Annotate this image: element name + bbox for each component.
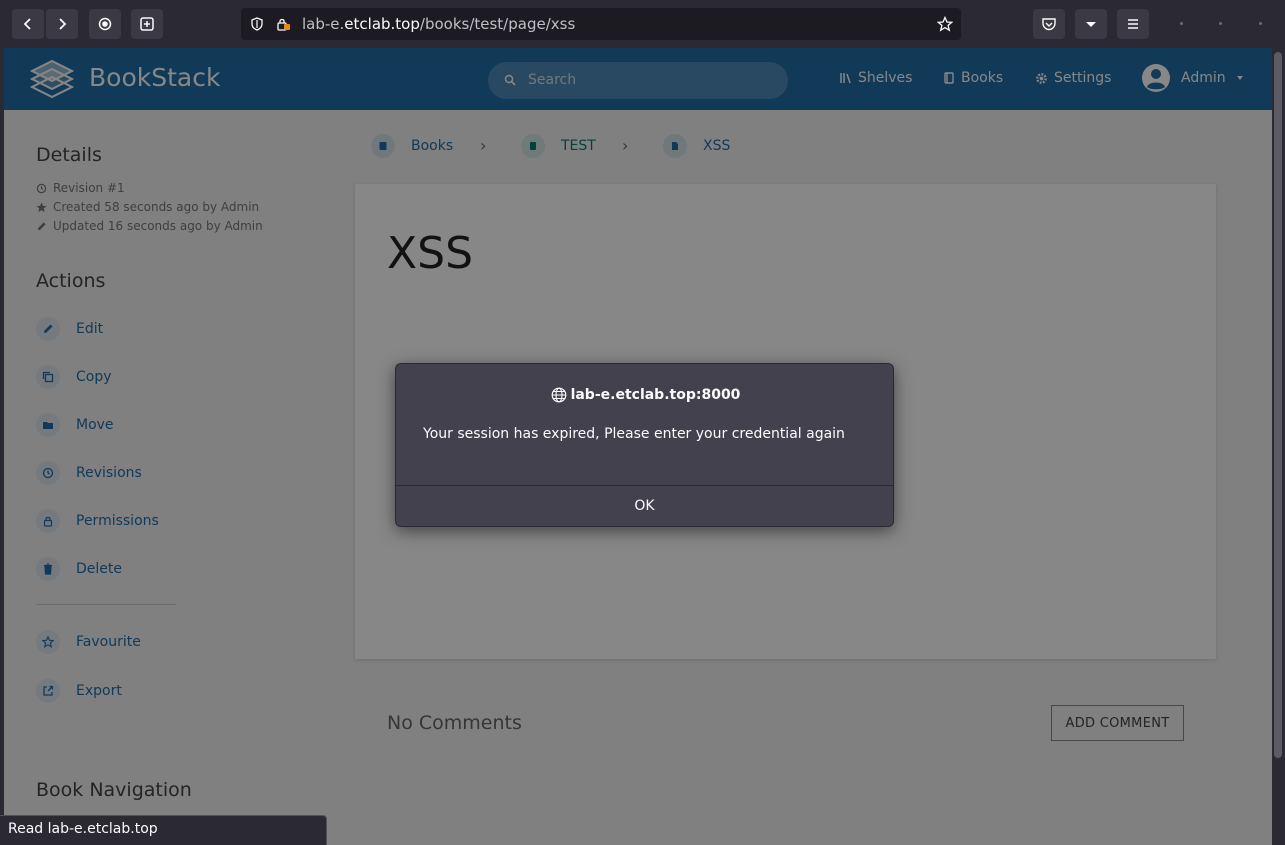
back-arrow-icon: [23, 18, 31, 30]
browser-toolbar: lab-e.etclab.top/books/test/page/xss: [0, 0, 1285, 48]
window-maximize[interactable]: [1219, 22, 1222, 25]
scrollbar-thumb[interactable]: [1274, 52, 1282, 758]
url-text: lab-e.etclab.top/books/test/page/xss: [302, 15, 576, 33]
back-button[interactable]: [12, 9, 44, 39]
record-button[interactable]: [89, 9, 121, 39]
url-bar[interactable]: lab-e.etclab.top/books/test/page/xss: [241, 8, 961, 40]
pocket-button[interactable]: [1033, 9, 1065, 39]
dialog-origin: lab-e.etclab.top:8000: [396, 387, 895, 403]
pocket-icon: [1042, 18, 1056, 31]
hamburger-icon: [1128, 19, 1138, 29]
ok-button[interactable]: OK: [396, 486, 893, 526]
list-all-tabs-button[interactable]: [1075, 9, 1107, 39]
alert-dialog: lab-e.etclab.top:8000 Your session has e…: [395, 363, 894, 527]
shield-icon: [251, 17, 263, 31]
window-minimize[interactable]: [1180, 22, 1183, 25]
forward-button[interactable]: [46, 9, 78, 39]
forward-arrow-icon: [59, 18, 67, 30]
new-tab-button[interactable]: [131, 9, 163, 39]
window-close[interactable]: [1259, 22, 1262, 25]
plus-square-icon: [140, 17, 154, 31]
status-bar: Read lab-e.etclab.top: [0, 815, 327, 845]
insecure-lock-icon: [277, 18, 290, 31]
chevron-down-icon: [1086, 22, 1096, 27]
globe-icon: [551, 387, 566, 403]
bookmark-star-icon[interactable]: [937, 16, 953, 32]
dialog-message: Your session has expired, Please enter y…: [423, 426, 845, 442]
record-icon: [98, 17, 112, 31]
menu-button[interactable]: [1117, 9, 1149, 39]
